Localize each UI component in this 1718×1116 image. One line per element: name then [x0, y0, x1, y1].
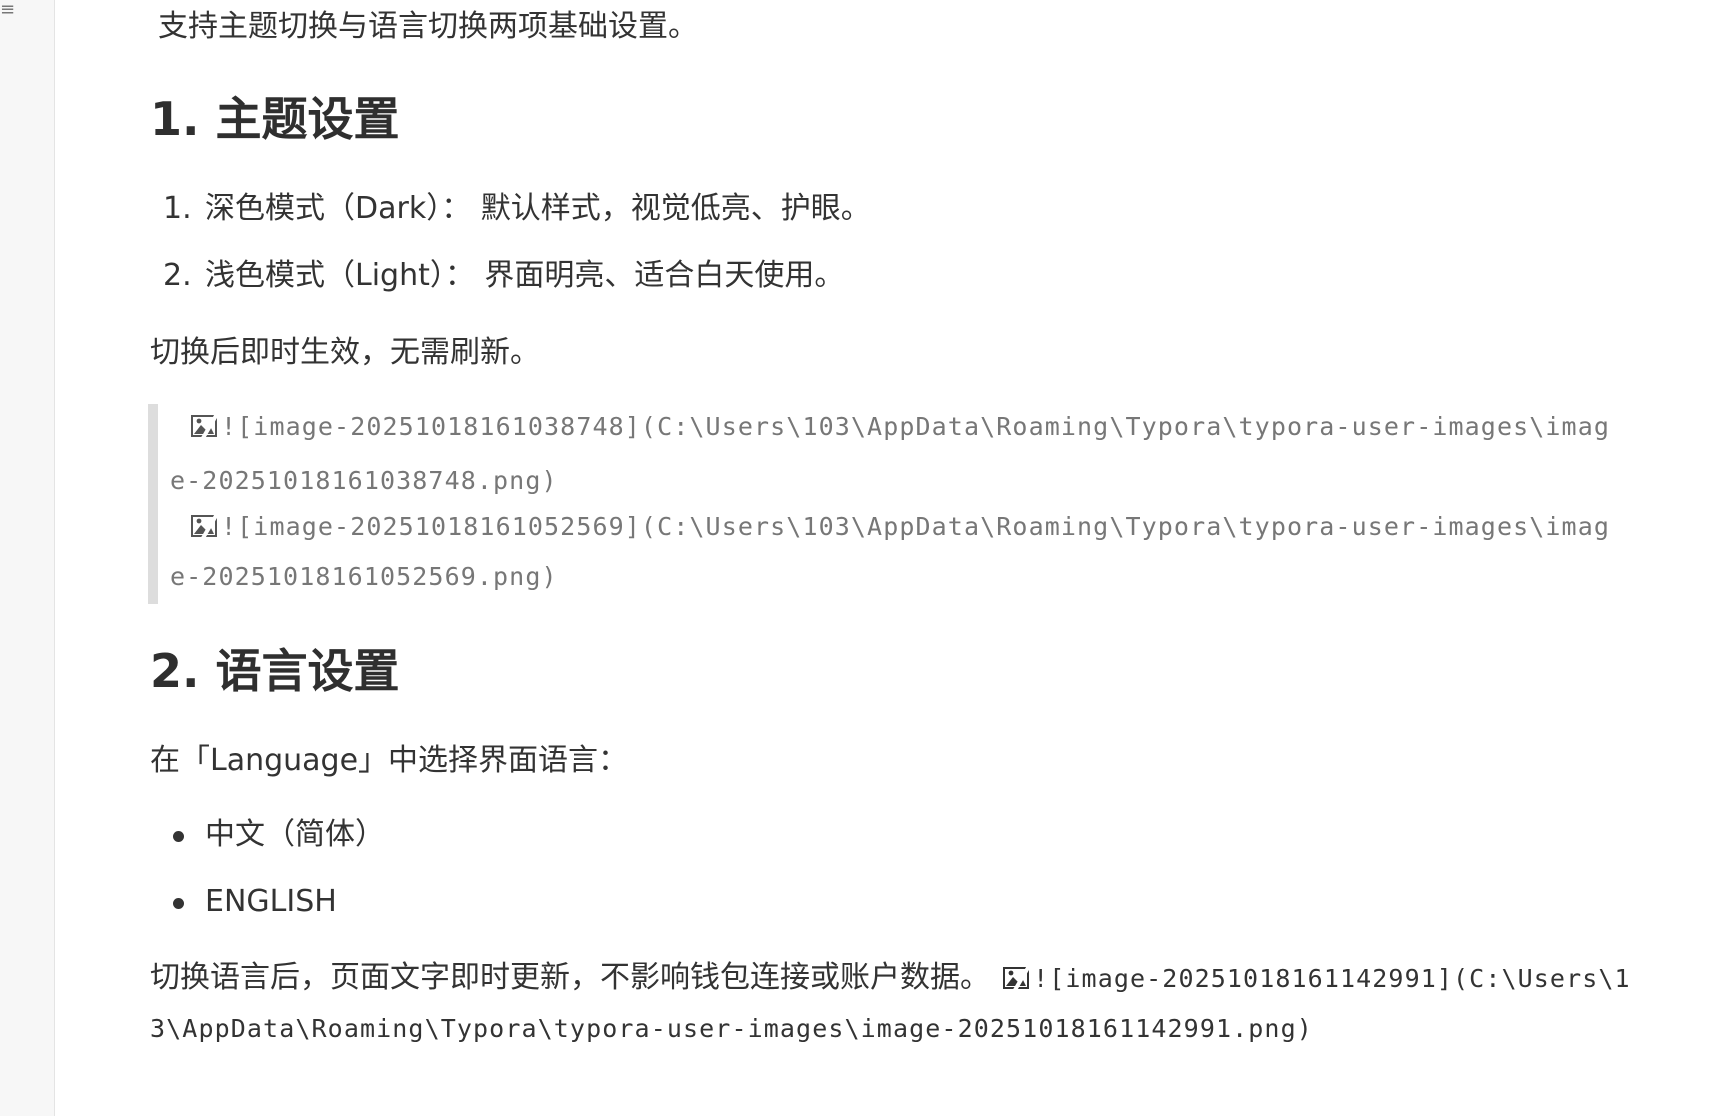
broken-image-icon: [191, 513, 219, 539]
heading-language-settings: 2. 语言设置: [150, 644, 400, 698]
editor-area[interactable]: 支持主题切换与语言切换两项基础设置。 1. 主题设置 1. 深色模式（Dark）…: [55, 0, 1718, 1116]
list-number-2: 2.: [163, 258, 192, 293]
bullet-dot: [173, 898, 184, 909]
language-note-text: 切换语言后，页面文字即时更新，不影响钱包连接或账户数据。: [150, 960, 990, 995]
quote-image-link-1[interactable]: ![image-20251018161038748](C:\Users\103\…: [191, 412, 1610, 442]
language-note-paragraph: 切换语言后，页面文字即时更新，不影响钱包连接或账户数据。 ![image-202…: [150, 958, 1631, 998]
outline-toggle-icon[interactable]: ≡: [0, 0, 15, 20]
theme-note-paragraph: 切换后即时生效，无需刷新。: [150, 335, 540, 370]
quote-image-link-2[interactable]: ![image-20251018161052569](C:\Users\103\…: [191, 512, 1610, 542]
list-number-1: 1.: [163, 191, 192, 226]
quote-image-link-2-continued: e-20251018161052569.png): [170, 562, 558, 591]
list-item-dark-mode: 深色模式（Dark）： 默认样式，视觉低亮、护眼。: [205, 191, 871, 226]
language-option-english: ENGLISH: [205, 884, 337, 919]
list-item-light-mode: 浅色模式（Light）： 界面明亮、适合白天使用。: [205, 258, 845, 293]
inline-image-link-text: ![image-20251018161142991](C:\Users\1: [1033, 964, 1631, 993]
broken-image-icon: [1003, 965, 1031, 991]
quote-image-link-1-text: ![image-20251018161038748](C:\Users\103\…: [221, 412, 1611, 441]
language-option-chinese: 中文（简体）: [205, 817, 385, 852]
quote-image-link-1-continued: e-20251018161038748.png): [170, 466, 558, 495]
inline-image-link[interactable]: ![image-20251018161142991](C:\Users\1: [1003, 964, 1631, 993]
intro-paragraph: 支持主题切换与语言切换两项基础设置。: [158, 9, 698, 44]
file-sidebar: ≡: [0, 0, 55, 1116]
blockquote-bar: [148, 404, 158, 604]
broken-image-icon: [191, 413, 219, 439]
inline-image-link-continued: 3\AppData\Roaming\Typora\typora-user-ima…: [150, 1014, 1313, 1043]
bullet-dot: [173, 831, 184, 842]
language-intro-paragraph: 在「Language」中选择界面语言：: [150, 743, 629, 778]
heading-theme-settings: 1. 主题设置: [150, 92, 400, 146]
quote-image-link-2-text: ![image-20251018161052569](C:\Users\103\…: [221, 512, 1611, 541]
